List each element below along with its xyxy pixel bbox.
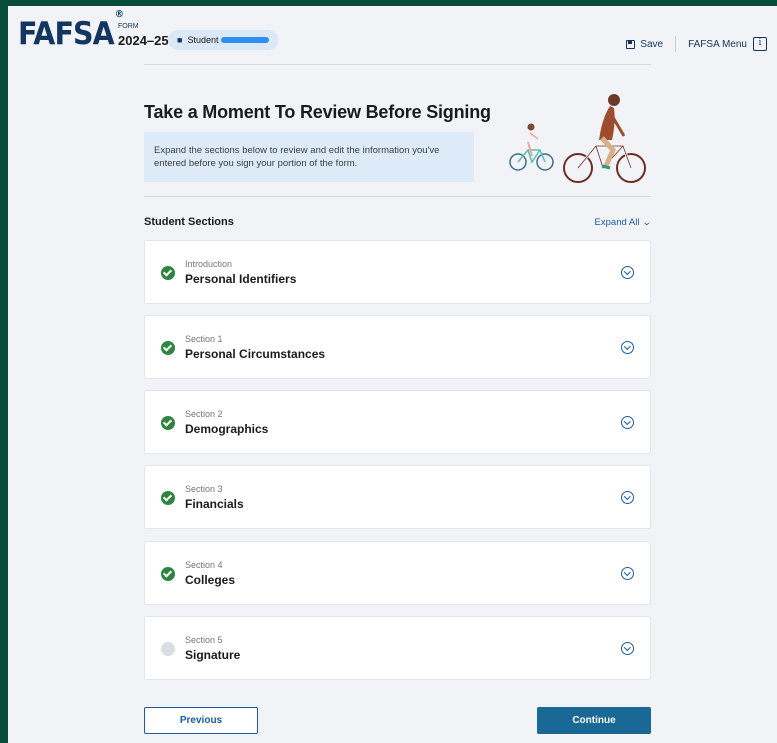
section-kicker: Section 1: [185, 334, 223, 344]
expand-all-label: Expand All: [594, 217, 640, 228]
page-title: Take a Moment To Review Before Signing: [144, 102, 491, 122]
section-card-5[interactable]: Section 5 Signature: [144, 616, 651, 680]
incomplete-status-icon: [161, 642, 175, 656]
form-label: FORM: [118, 23, 139, 30]
expand-chevron-icon[interactable]: [621, 491, 634, 504]
chevron-down-icon: ⌄: [642, 217, 653, 227]
section-divider: [144, 196, 651, 197]
save-button[interactable]: Save: [626, 39, 663, 50]
form-year: 2024–25: [118, 33, 169, 48]
section-card-introduction[interactable]: Introduction Personal Identifiers: [144, 240, 651, 304]
continue-button[interactable]: Continue: [537, 707, 651, 734]
student-role-badge: ■ Student: [168, 30, 278, 50]
section-card-4[interactable]: Section 4 Colleges: [144, 541, 651, 605]
expand-all-button[interactable]: Expand All ⌄: [594, 217, 653, 228]
app-frame: FAFSA® FORM 2024–25 ■ Student Save FAFSA…: [8, 6, 777, 743]
complete-check-icon: [161, 341, 175, 355]
header-actions: Save FAFSA Menu i: [626, 36, 767, 52]
section-kicker: Section 3: [185, 484, 223, 494]
fafsa-logo[interactable]: FAFSA®: [18, 9, 124, 52]
section-kicker: Section 4: [185, 560, 223, 570]
section-card-3[interactable]: Section 3 Financials: [144, 465, 651, 529]
section-name: Signature: [185, 648, 241, 662]
fafsa-menu-button[interactable]: FAFSA Menu i: [688, 37, 767, 51]
header-divider: [675, 36, 677, 52]
section-name: Financials: [185, 497, 244, 511]
section-name: Colleges: [185, 573, 236, 587]
section-card-1[interactable]: Section 1 Personal Circumstances: [144, 315, 651, 379]
expand-chevron-icon[interactable]: [621, 416, 634, 429]
complete-check-icon: [161, 491, 175, 505]
section-name: Demographics: [185, 422, 269, 436]
student-sections-heading: Student Sections: [144, 216, 234, 228]
complete-check-icon: [161, 416, 175, 430]
cyclists-illustration: [509, 94, 646, 183]
save-icon: [626, 39, 636, 49]
section-card-2[interactable]: Section 2 Demographics: [144, 390, 651, 454]
expand-chevron-icon[interactable]: [621, 642, 634, 655]
top-divider: [144, 64, 651, 65]
student-role-label: Student: [187, 35, 219, 45]
expand-chevron-icon[interactable]: [621, 266, 634, 279]
section-kicker: Section 5: [185, 635, 223, 645]
redacted-name: [221, 37, 270, 43]
fafsa-menu-label: FAFSA Menu: [688, 38, 747, 50]
section-kicker: Section 2: [185, 409, 223, 419]
student-icon: ■: [177, 35, 183, 45]
instructions-callout: Expand the sections below to review and …: [144, 132, 474, 182]
previous-button[interactable]: Previous: [144, 707, 258, 734]
expand-chevron-icon[interactable]: [621, 567, 634, 580]
save-label: Save: [640, 38, 664, 50]
section-name: Personal Circumstances: [185, 347, 326, 361]
section-kicker: Introduction: [185, 259, 233, 269]
complete-check-icon: [161, 266, 175, 280]
expand-chevron-icon[interactable]: [621, 341, 634, 354]
complete-check-icon: [161, 567, 175, 581]
menu-info-icon: i: [753, 37, 767, 51]
section-name: Personal Identifiers: [185, 272, 297, 286]
